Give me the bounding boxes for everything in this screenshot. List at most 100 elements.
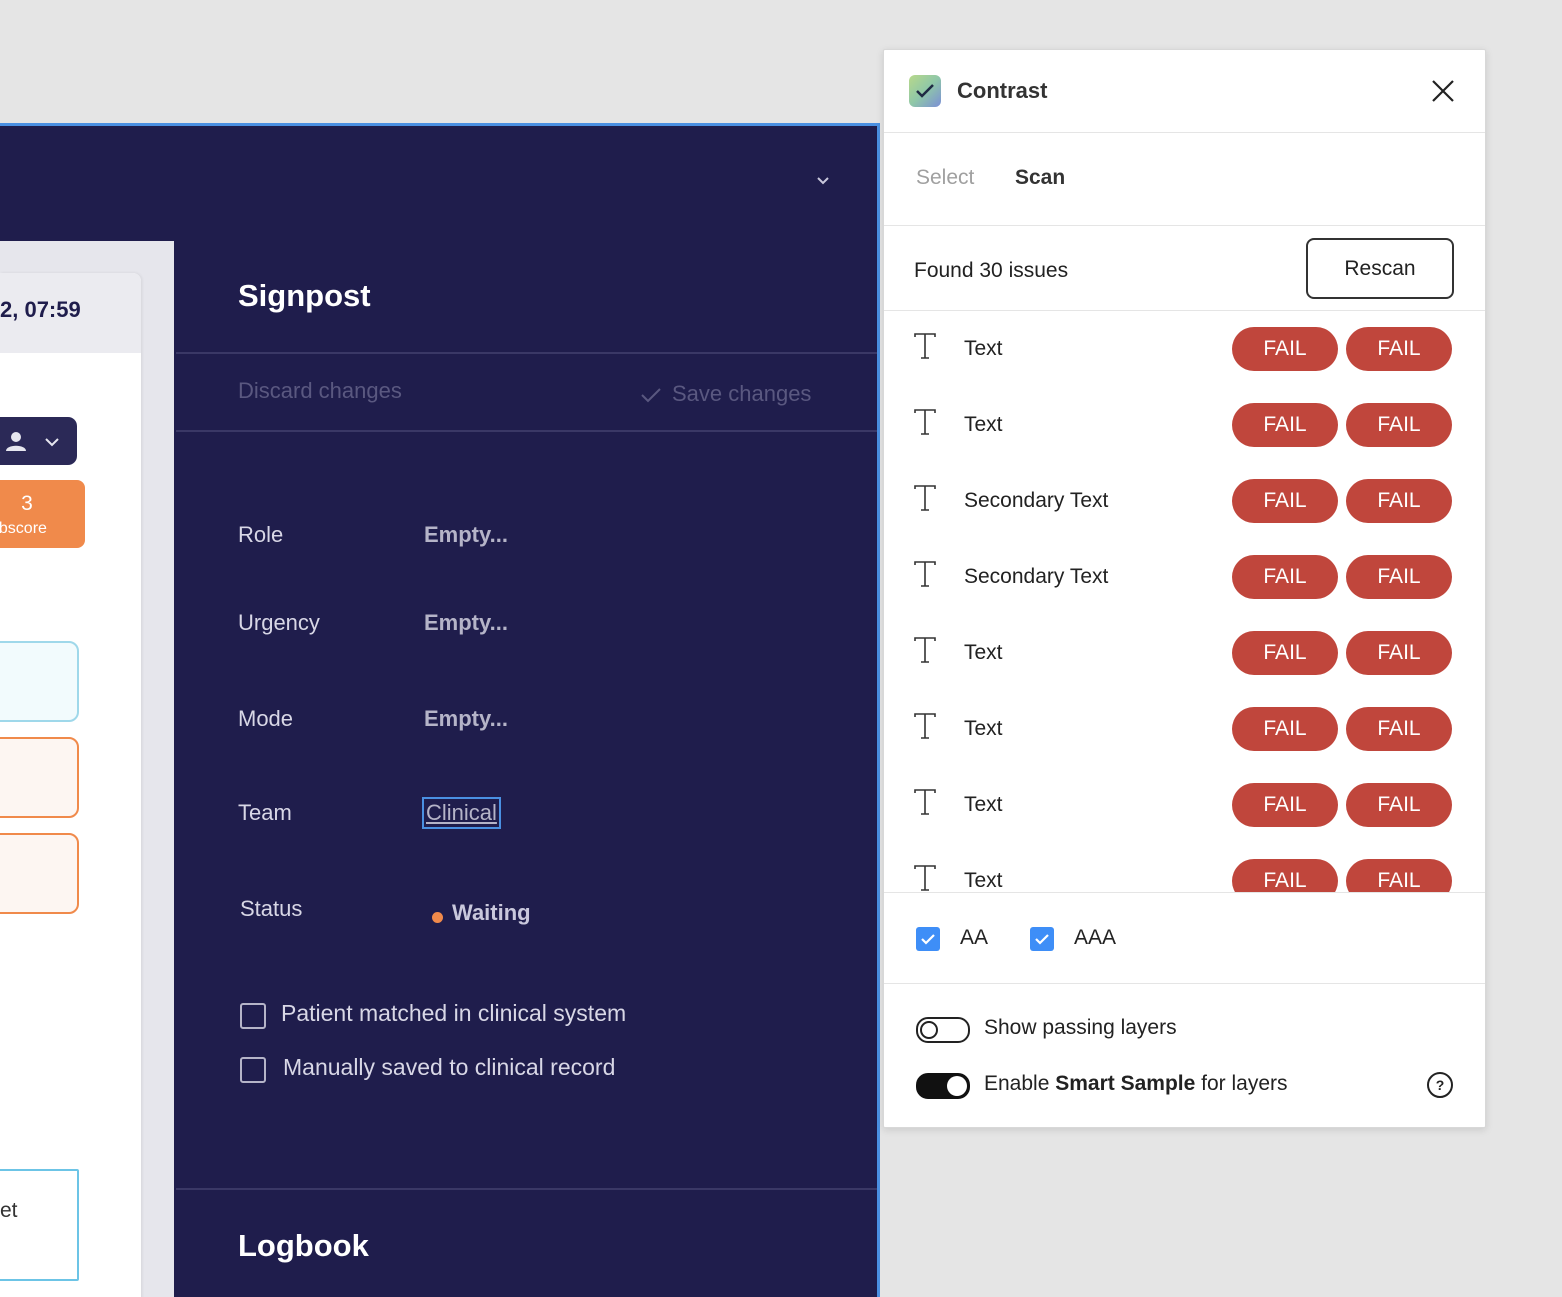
smart-sample-label: Enable Smart Sample for layers (984, 1072, 1288, 1096)
rescan-button[interactable]: Rescan (1306, 238, 1454, 299)
role-value[interactable]: Empty... (424, 522, 508, 548)
info-box[interactable] (0, 833, 79, 914)
issue-row[interactable]: Text FAIL FAIL (884, 767, 1485, 843)
divider (176, 1188, 877, 1190)
subscore-label: ubscore (0, 520, 47, 537)
aa-fail-badge: FAIL (1232, 327, 1338, 371)
logbook-title: Logbook (238, 1228, 369, 1263)
timestamp: 2, 07:59 (0, 297, 81, 322)
patient-matched-checkbox[interactable] (240, 1003, 266, 1029)
issue-layer-name: Text (964, 413, 1003, 436)
patient-card: 2, 07:59 3 ubscore et (0, 273, 141, 1297)
issue-layer-name: Text (964, 869, 1003, 892)
aa-fail-badge: FAIL (1232, 403, 1338, 447)
issue-row[interactable]: Secondary Text FAIL FAIL (884, 539, 1485, 615)
wcag-levels: AA AAA (884, 893, 1485, 984)
aa-checkbox[interactable] (916, 927, 940, 951)
issue-layer-name: Text (964, 793, 1003, 816)
manually-saved-label: Manually saved to clinical record (283, 1054, 616, 1080)
text-layer-icon (914, 333, 936, 359)
plugin-title: Contrast (957, 78, 1048, 103)
user-icon (6, 432, 26, 451)
issue-layer-name: Text (964, 337, 1003, 360)
role-label: Role (238, 522, 284, 547)
assignee-dropdown[interactable] (0, 417, 77, 465)
info-box[interactable] (0, 737, 79, 818)
subscore-value: 3 (21, 492, 33, 515)
manually-saved-checkbox[interactable] (240, 1057, 266, 1083)
close-icon[interactable] (1430, 78, 1456, 104)
aa-fail-badge: FAIL (1232, 479, 1338, 523)
aa-fail-badge: FAIL (1232, 859, 1338, 892)
toggle-knob (920, 1021, 938, 1039)
urgency-label: Urgency (238, 610, 320, 635)
info-box[interactable] (0, 641, 79, 722)
issue-row[interactable]: Text FAIL FAIL (884, 691, 1485, 767)
left-panel: 2, 07:59 3 ubscore et (0, 241, 174, 1297)
app-frame: 2, 07:59 3 ubscore et Sign (0, 123, 880, 1297)
aaa-fail-badge: FAIL (1346, 479, 1452, 523)
contrast-plugin-window: Contrast Select Scan Found 30 issues Res… (883, 49, 1486, 1128)
smart-sample-pre: Enable (984, 1072, 1056, 1095)
aaa-label: AAA (1074, 926, 1117, 949)
plugin-header: Contrast (884, 50, 1485, 133)
urgency-value[interactable]: Empty... (424, 610, 508, 636)
issue-layer-name: Text (964, 717, 1003, 740)
aa-fail-badge: FAIL (1232, 783, 1338, 827)
team-value[interactable]: Clinical (422, 797, 501, 829)
aaa-fail-badge: FAIL (1346, 327, 1452, 371)
aa-fail-badge: FAIL (1232, 555, 1338, 599)
text-layer-icon (914, 637, 936, 663)
mode-label: Mode (238, 706, 294, 731)
issue-layer-name: Text (964, 641, 1003, 664)
app-header (0, 126, 877, 241)
subscore-badge: 3 ubscore (0, 480, 85, 548)
mode-value[interactable]: Empty... (424, 706, 508, 732)
card-header: 2, 07:59 (0, 273, 141, 353)
issue-row[interactable]: Text FAIL FAIL (884, 615, 1485, 691)
tab-select[interactable]: Select (916, 166, 974, 190)
text-layer-icon (914, 789, 936, 815)
box-text: et (0, 1199, 18, 1222)
aa-fail-badge: FAIL (1232, 707, 1338, 751)
aaa-fail-badge: FAIL (1346, 707, 1452, 751)
status-label: Status (240, 896, 303, 921)
divider (176, 352, 877, 354)
team-label: Team (238, 800, 292, 825)
plugin-tabs: Select Scan (884, 132, 1485, 226)
status-dot (432, 912, 443, 923)
info-box[interactable]: et (0, 1169, 79, 1281)
divider (176, 430, 877, 432)
issues-count: Found 30 issues (914, 259, 1069, 282)
chevron-down-icon[interactable] (815, 173, 831, 189)
issue-row[interactable]: Text FAIL FAIL (884, 843, 1485, 892)
scan-summary: Found 30 issues Rescan (884, 225, 1485, 311)
show-passing-toggle[interactable] (916, 1017, 970, 1043)
aa-label: AA (960, 926, 989, 949)
toggle-knob (947, 1076, 967, 1096)
issue-row[interactable]: Secondary Text FAIL FAIL (884, 463, 1485, 539)
aaa-fail-badge: FAIL (1346, 403, 1452, 447)
check-icon (641, 388, 661, 403)
issue-row[interactable]: Text FAIL FAIL (884, 387, 1485, 463)
chevron-down-icon (45, 438, 59, 447)
smart-sample-bold: Smart Sample (1055, 1072, 1196, 1095)
aaa-fail-badge: FAIL (1346, 555, 1452, 599)
aaa-checkbox[interactable] (1030, 927, 1054, 951)
contrast-logo-icon (909, 75, 941, 107)
issue-layer-name: Secondary Text (964, 489, 1109, 512)
smart-sample-toggle[interactable] (916, 1073, 970, 1099)
issue-row[interactable]: Text FAIL FAIL (884, 311, 1485, 387)
show-passing-label: Show passing layers (984, 1016, 1177, 1039)
aa-fail-badge: FAIL (1232, 631, 1338, 675)
help-icon[interactable]: ? (1427, 1072, 1453, 1098)
issue-layer-name: Secondary Text (964, 565, 1109, 588)
text-layer-icon (914, 485, 936, 511)
tab-scan[interactable]: Scan (1015, 166, 1065, 190)
discard-changes-button[interactable]: Discard changes (238, 378, 402, 404)
aaa-fail-badge: FAIL (1346, 783, 1452, 827)
issues-list[interactable]: Text FAIL FAIL Text FAIL FAIL Secondary Text FA… (884, 311, 1485, 893)
save-changes-button[interactable]: Save changes (640, 381, 811, 407)
status-value[interactable]: Waiting (452, 900, 531, 926)
text-layer-icon (914, 561, 936, 587)
